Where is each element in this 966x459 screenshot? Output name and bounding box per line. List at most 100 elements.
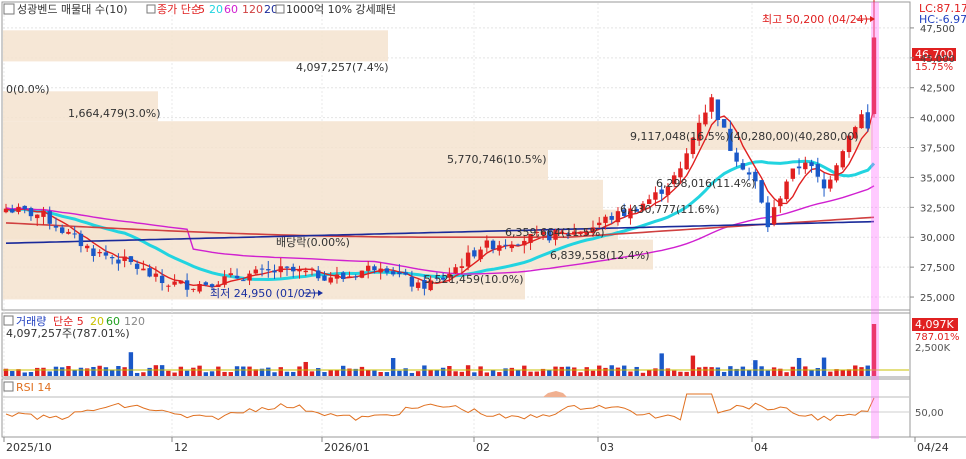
volume-bar[interactable] (228, 372, 234, 376)
volume-bar[interactable] (328, 370, 333, 376)
candle-body[interactable] (796, 166, 802, 169)
candle-body[interactable] (234, 275, 240, 279)
candle-body[interactable] (859, 114, 864, 129)
volume-bar[interactable] (790, 366, 796, 376)
volume-bar[interactable] (434, 369, 440, 376)
volume-bar[interactable] (796, 357, 802, 376)
volume-bar[interactable] (753, 360, 758, 376)
volume-bar[interactable] (597, 365, 602, 376)
legend-item[interactable]: 60 (224, 3, 238, 16)
candle-body[interactable] (166, 285, 171, 287)
candle-body[interactable] (278, 266, 283, 273)
volume-bar[interactable] (490, 369, 496, 376)
candle-body[interactable] (22, 205, 27, 210)
volume-bar[interactable] (690, 355, 696, 376)
volume-bar[interactable] (272, 372, 277, 376)
volume-bar[interactable] (10, 371, 15, 376)
volume-bar[interactable] (522, 365, 527, 376)
candle-body[interactable] (734, 152, 739, 162)
volume-bar[interactable] (853, 365, 858, 376)
candle-body[interactable] (803, 162, 808, 170)
volume-bar[interactable] (409, 372, 415, 376)
candle-body[interactable] (222, 276, 227, 285)
volume-bar[interactable] (709, 367, 714, 376)
candle-body[interactable] (778, 198, 783, 207)
volume-bar[interactable] (765, 370, 771, 376)
volume-bar[interactable] (684, 371, 689, 376)
candle-body[interactable] (678, 168, 683, 178)
volume-bar[interactable] (472, 372, 477, 376)
candle-body[interactable] (834, 165, 839, 181)
volume-bar[interactable] (459, 371, 465, 376)
volume-bar[interactable] (322, 372, 327, 376)
volume-bar[interactable] (122, 367, 127, 376)
volume-bar[interactable] (97, 365, 102, 376)
volume-bar[interactable] (72, 370, 77, 376)
candle-body[interactable] (122, 256, 127, 261)
volume-bar[interactable] (128, 352, 134, 376)
candle-body[interactable] (821, 179, 827, 189)
candle-body[interactable] (291, 266, 296, 272)
candle-body[interactable] (259, 268, 265, 270)
volume-bar[interactable] (821, 357, 827, 376)
candle-body[interactable] (266, 269, 271, 271)
indicator-title[interactable]: 성광벤드 매물대 수(10) (17, 3, 128, 16)
legend-item[interactable]: 5 (198, 3, 205, 16)
candle-body[interactable] (815, 164, 820, 177)
candle-body[interactable] (384, 268, 390, 273)
candle-body[interactable] (141, 268, 146, 271)
candle-body[interactable] (334, 274, 340, 279)
candle-body[interactable] (328, 277, 333, 283)
volume-bar[interactable] (147, 367, 152, 376)
candle-body[interactable] (721, 119, 727, 128)
candle-body[interactable] (60, 227, 65, 233)
volume-bar[interactable] (784, 372, 789, 376)
candle-body[interactable] (771, 207, 777, 225)
candle-body[interactable] (522, 240, 527, 246)
volume-bar[interactable] (209, 371, 215, 376)
volume-bar[interactable] (53, 366, 59, 376)
volume-bar[interactable] (78, 367, 84, 376)
candle-body[interactable] (472, 250, 477, 257)
candle-body[interactable] (347, 276, 352, 278)
volume-bar[interactable] (578, 372, 583, 376)
volume-bar[interactable] (840, 369, 845, 376)
candle-body[interactable] (478, 249, 483, 260)
volume-bar[interactable] (609, 365, 614, 376)
volume-bar[interactable] (197, 365, 202, 376)
candle-body[interactable] (503, 244, 508, 246)
volume-bar[interactable] (141, 372, 146, 376)
candle-body[interactable] (309, 268, 315, 270)
volume-bar[interactable] (703, 366, 708, 376)
volume-bar[interactable] (746, 369, 752, 376)
volume-bar[interactable] (553, 366, 558, 376)
volume-bar[interactable] (66, 366, 71, 376)
candle-body[interactable] (28, 208, 34, 217)
volume-bar[interactable] (303, 361, 308, 376)
candle-body[interactable] (390, 271, 396, 275)
candle-body[interactable] (103, 252, 109, 256)
volume-bar[interactable] (721, 371, 727, 376)
volume-bar[interactable] (28, 372, 34, 376)
legend-item[interactable]: 20 (209, 3, 223, 16)
volume-settings-icon[interactable] (3, 315, 14, 326)
candle-body[interactable] (153, 273, 159, 277)
volume-bar[interactable] (497, 372, 502, 376)
volume-bar[interactable] (390, 358, 396, 376)
volume-bar[interactable] (728, 366, 733, 376)
candle-body[interactable] (91, 248, 96, 256)
candle-body[interactable] (191, 288, 196, 290)
candle-body[interactable] (759, 180, 764, 203)
candle-body[interactable] (378, 268, 383, 273)
volume-bar[interactable] (659, 353, 664, 376)
volume-bar[interactable] (284, 371, 290, 376)
rsi-settings-icon[interactable] (3, 381, 14, 392)
legend-toggle-icon[interactable] (275, 4, 285, 14)
candle-body[interactable] (322, 275, 327, 281)
volume-bar[interactable] (297, 366, 302, 376)
volume-bar[interactable] (572, 367, 577, 376)
volume-bar[interactable] (715, 367, 721, 376)
volume-bar[interactable] (234, 366, 240, 376)
candle-body[interactable] (53, 225, 59, 228)
candle-body[interactable] (128, 256, 134, 263)
